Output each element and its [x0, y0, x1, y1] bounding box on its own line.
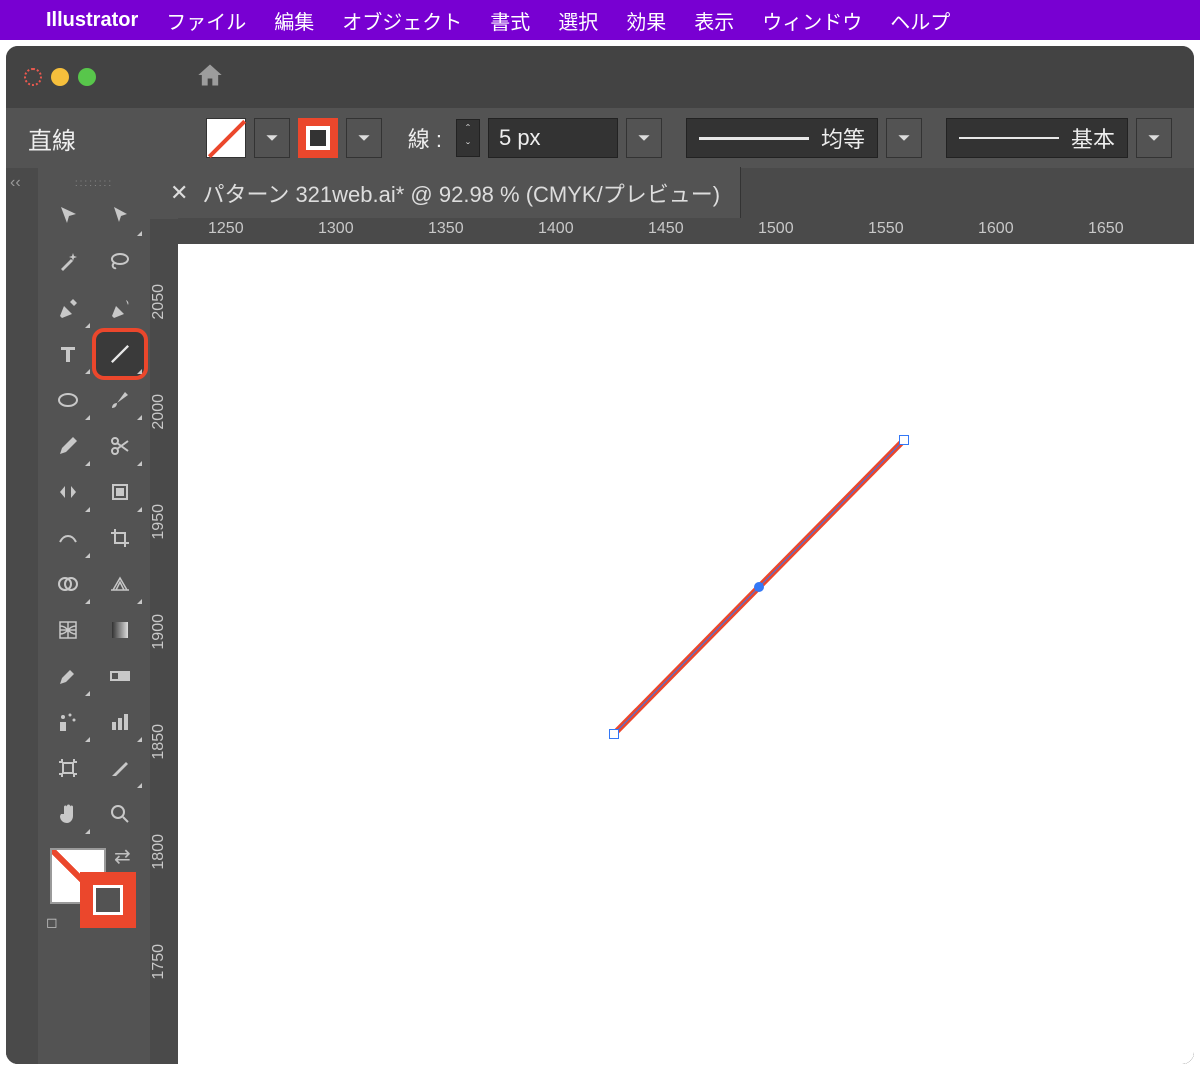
- ruler-label: 1650: [1088, 220, 1124, 238]
- zoom-tool[interactable]: [96, 792, 144, 836]
- eyedropper-tool[interactable]: [44, 654, 92, 698]
- ruler-label: 1250: [208, 220, 244, 238]
- stroke-weight-input[interactable]: 5 px: [488, 118, 618, 158]
- menu-select[interactable]: 選択: [558, 6, 598, 35]
- width-profile-chevron[interactable]: [886, 118, 922, 158]
- window-close-button[interactable]: [24, 68, 42, 86]
- curvature-tool[interactable]: [96, 286, 144, 330]
- ruler-label: 1350: [428, 220, 464, 238]
- fill-swatch[interactable]: [206, 118, 246, 158]
- app-titlebar: [6, 46, 1194, 108]
- menu-edit[interactable]: 編集: [274, 6, 314, 35]
- fill-swatch-dropdown[interactable]: [254, 118, 290, 158]
- brush-definition-dropdown[interactable]: 基本: [946, 118, 1128, 158]
- macos-menubar: Illustrator ファイル 編集 オブジェクト 書式 選択 効果 表示 ウ…: [0, 0, 1200, 40]
- menu-window[interactable]: ウィンドウ: [762, 6, 862, 35]
- fill-stroke-control[interactable]: ⇄ ◻: [44, 844, 144, 944]
- document-tab[interactable]: ✕ パターン 321web.ai* @ 92.98 % (CMYK/プレビュー): [150, 167, 741, 219]
- center-point[interactable]: [754, 582, 764, 592]
- ruler-label: 1500: [758, 220, 794, 238]
- type-tool[interactable]: [44, 332, 92, 376]
- anchor-point[interactable]: [899, 435, 909, 445]
- active-tool-label: 直線: [28, 121, 76, 156]
- ruler-label: 1550: [868, 220, 904, 238]
- ruler-label: 1800: [150, 834, 178, 870]
- stroke-weight-dropdown[interactable]: [626, 118, 662, 158]
- column-graph-tool[interactable]: [96, 700, 144, 744]
- ruler-label: 2050: [150, 284, 178, 320]
- menu-effect[interactable]: 効果: [626, 6, 666, 35]
- toolbox: ::::::::: [38, 168, 150, 1064]
- window-minimize-button[interactable]: [51, 68, 69, 86]
- scissors-tool[interactable]: [96, 424, 144, 468]
- lasso-tool[interactable]: [96, 240, 144, 284]
- toolbox-grip[interactable]: ::::::::: [44, 178, 144, 188]
- document-area: ✕ パターン 321web.ai* @ 92.98 % (CMYK/プレビュー)…: [150, 168, 1194, 1064]
- stepper-up-icon[interactable]: ˆ: [457, 120, 479, 138]
- pencil-tool[interactable]: [44, 424, 92, 468]
- stroke-weight-label: 線 :: [408, 122, 442, 154]
- selection-tool[interactable]: [44, 194, 92, 238]
- stroke-swatch[interactable]: [298, 118, 338, 158]
- width-tool[interactable]: [44, 516, 92, 560]
- direct-selection-tool[interactable]: [96, 194, 144, 238]
- artboard-tool[interactable]: [44, 746, 92, 790]
- stroke-color-box[interactable]: [80, 872, 136, 928]
- menu-object[interactable]: オブジェクト: [342, 6, 462, 35]
- swap-fill-stroke-icon[interactable]: ⇄: [114, 844, 131, 869]
- ruler-label: 2000: [150, 394, 178, 430]
- horizontal-ruler[interactable]: 1250 1300 1350 1400 1450 1500 1550 1600 …: [178, 218, 1194, 244]
- ruler-label: 1750: [150, 944, 178, 980]
- ruler-label: 1400: [538, 220, 574, 238]
- ellipse-tool[interactable]: [44, 378, 92, 422]
- panel-collapse-button[interactable]: ‹‹: [6, 168, 38, 1064]
- vertical-ruler[interactable]: 2050 2000 1950 1900 1850 1800 1750: [150, 244, 178, 1064]
- menu-file[interactable]: ファイル: [166, 6, 246, 35]
- default-fill-stroke-icon[interactable]: ◻: [46, 914, 58, 931]
- blend-tool[interactable]: [96, 654, 144, 698]
- mesh-tool[interactable]: [44, 608, 92, 652]
- stepper-down-icon[interactable]: ˇ: [457, 138, 479, 156]
- paintbrush-tool[interactable]: [96, 378, 144, 422]
- width-profile-dropdown[interactable]: 均等: [686, 118, 878, 158]
- close-tab-icon[interactable]: ✕: [170, 180, 188, 206]
- app-name[interactable]: Illustrator: [46, 9, 138, 32]
- width-profile-label: 均等: [821, 122, 865, 154]
- tab-bar: ✕ パターン 321web.ai* @ 92.98 % (CMYK/プレビュー): [150, 168, 1194, 218]
- crop-tool[interactable]: [96, 516, 144, 560]
- ruler-label: 1950: [150, 504, 178, 540]
- perspective-grid-tool[interactable]: [96, 562, 144, 606]
- brush-definition-chevron[interactable]: [1136, 118, 1172, 158]
- gradient-tool[interactable]: [96, 608, 144, 652]
- line-path[interactable]: [178, 244, 1178, 1064]
- stroke-weight-stepper[interactable]: ˆ ˇ: [456, 119, 480, 157]
- slice-tool[interactable]: [96, 746, 144, 790]
- hand-tool[interactable]: [44, 792, 92, 836]
- ruler-label: 1600: [978, 220, 1014, 238]
- brush-definition-label: 基本: [1071, 122, 1115, 154]
- canvas[interactable]: [178, 244, 1194, 1064]
- ruler-label: 1900: [150, 614, 178, 650]
- options-bar: 直線 線 : ˆ ˇ 5 px 均等 基本: [6, 108, 1194, 168]
- magic-wand-tool[interactable]: [44, 240, 92, 284]
- free-transform-tool[interactable]: [96, 470, 144, 514]
- menu-type[interactable]: 書式: [490, 6, 530, 35]
- menu-help[interactable]: ヘルプ: [890, 6, 950, 35]
- artboard[interactable]: [178, 244, 1194, 1064]
- pen-tool[interactable]: [44, 286, 92, 330]
- home-icon[interactable]: [195, 61, 225, 94]
- window-zoom-button[interactable]: [78, 68, 96, 86]
- shape-builder-tool[interactable]: [44, 562, 92, 606]
- document-tab-title: パターン 321web.ai* @ 92.98 % (CMYK/プレビュー): [202, 177, 720, 209]
- stroke-swatch-dropdown[interactable]: [346, 118, 382, 158]
- symbol-sprayer-tool[interactable]: [44, 700, 92, 744]
- ruler-label: 1850: [150, 724, 178, 760]
- reflect-tool[interactable]: [44, 470, 92, 514]
- anchor-point[interactable]: [609, 729, 619, 739]
- ruler-label: 1450: [648, 220, 684, 238]
- menu-view[interactable]: 表示: [694, 6, 734, 35]
- line-segment-tool[interactable]: [96, 332, 144, 376]
- ruler-label: 1300: [318, 220, 354, 238]
